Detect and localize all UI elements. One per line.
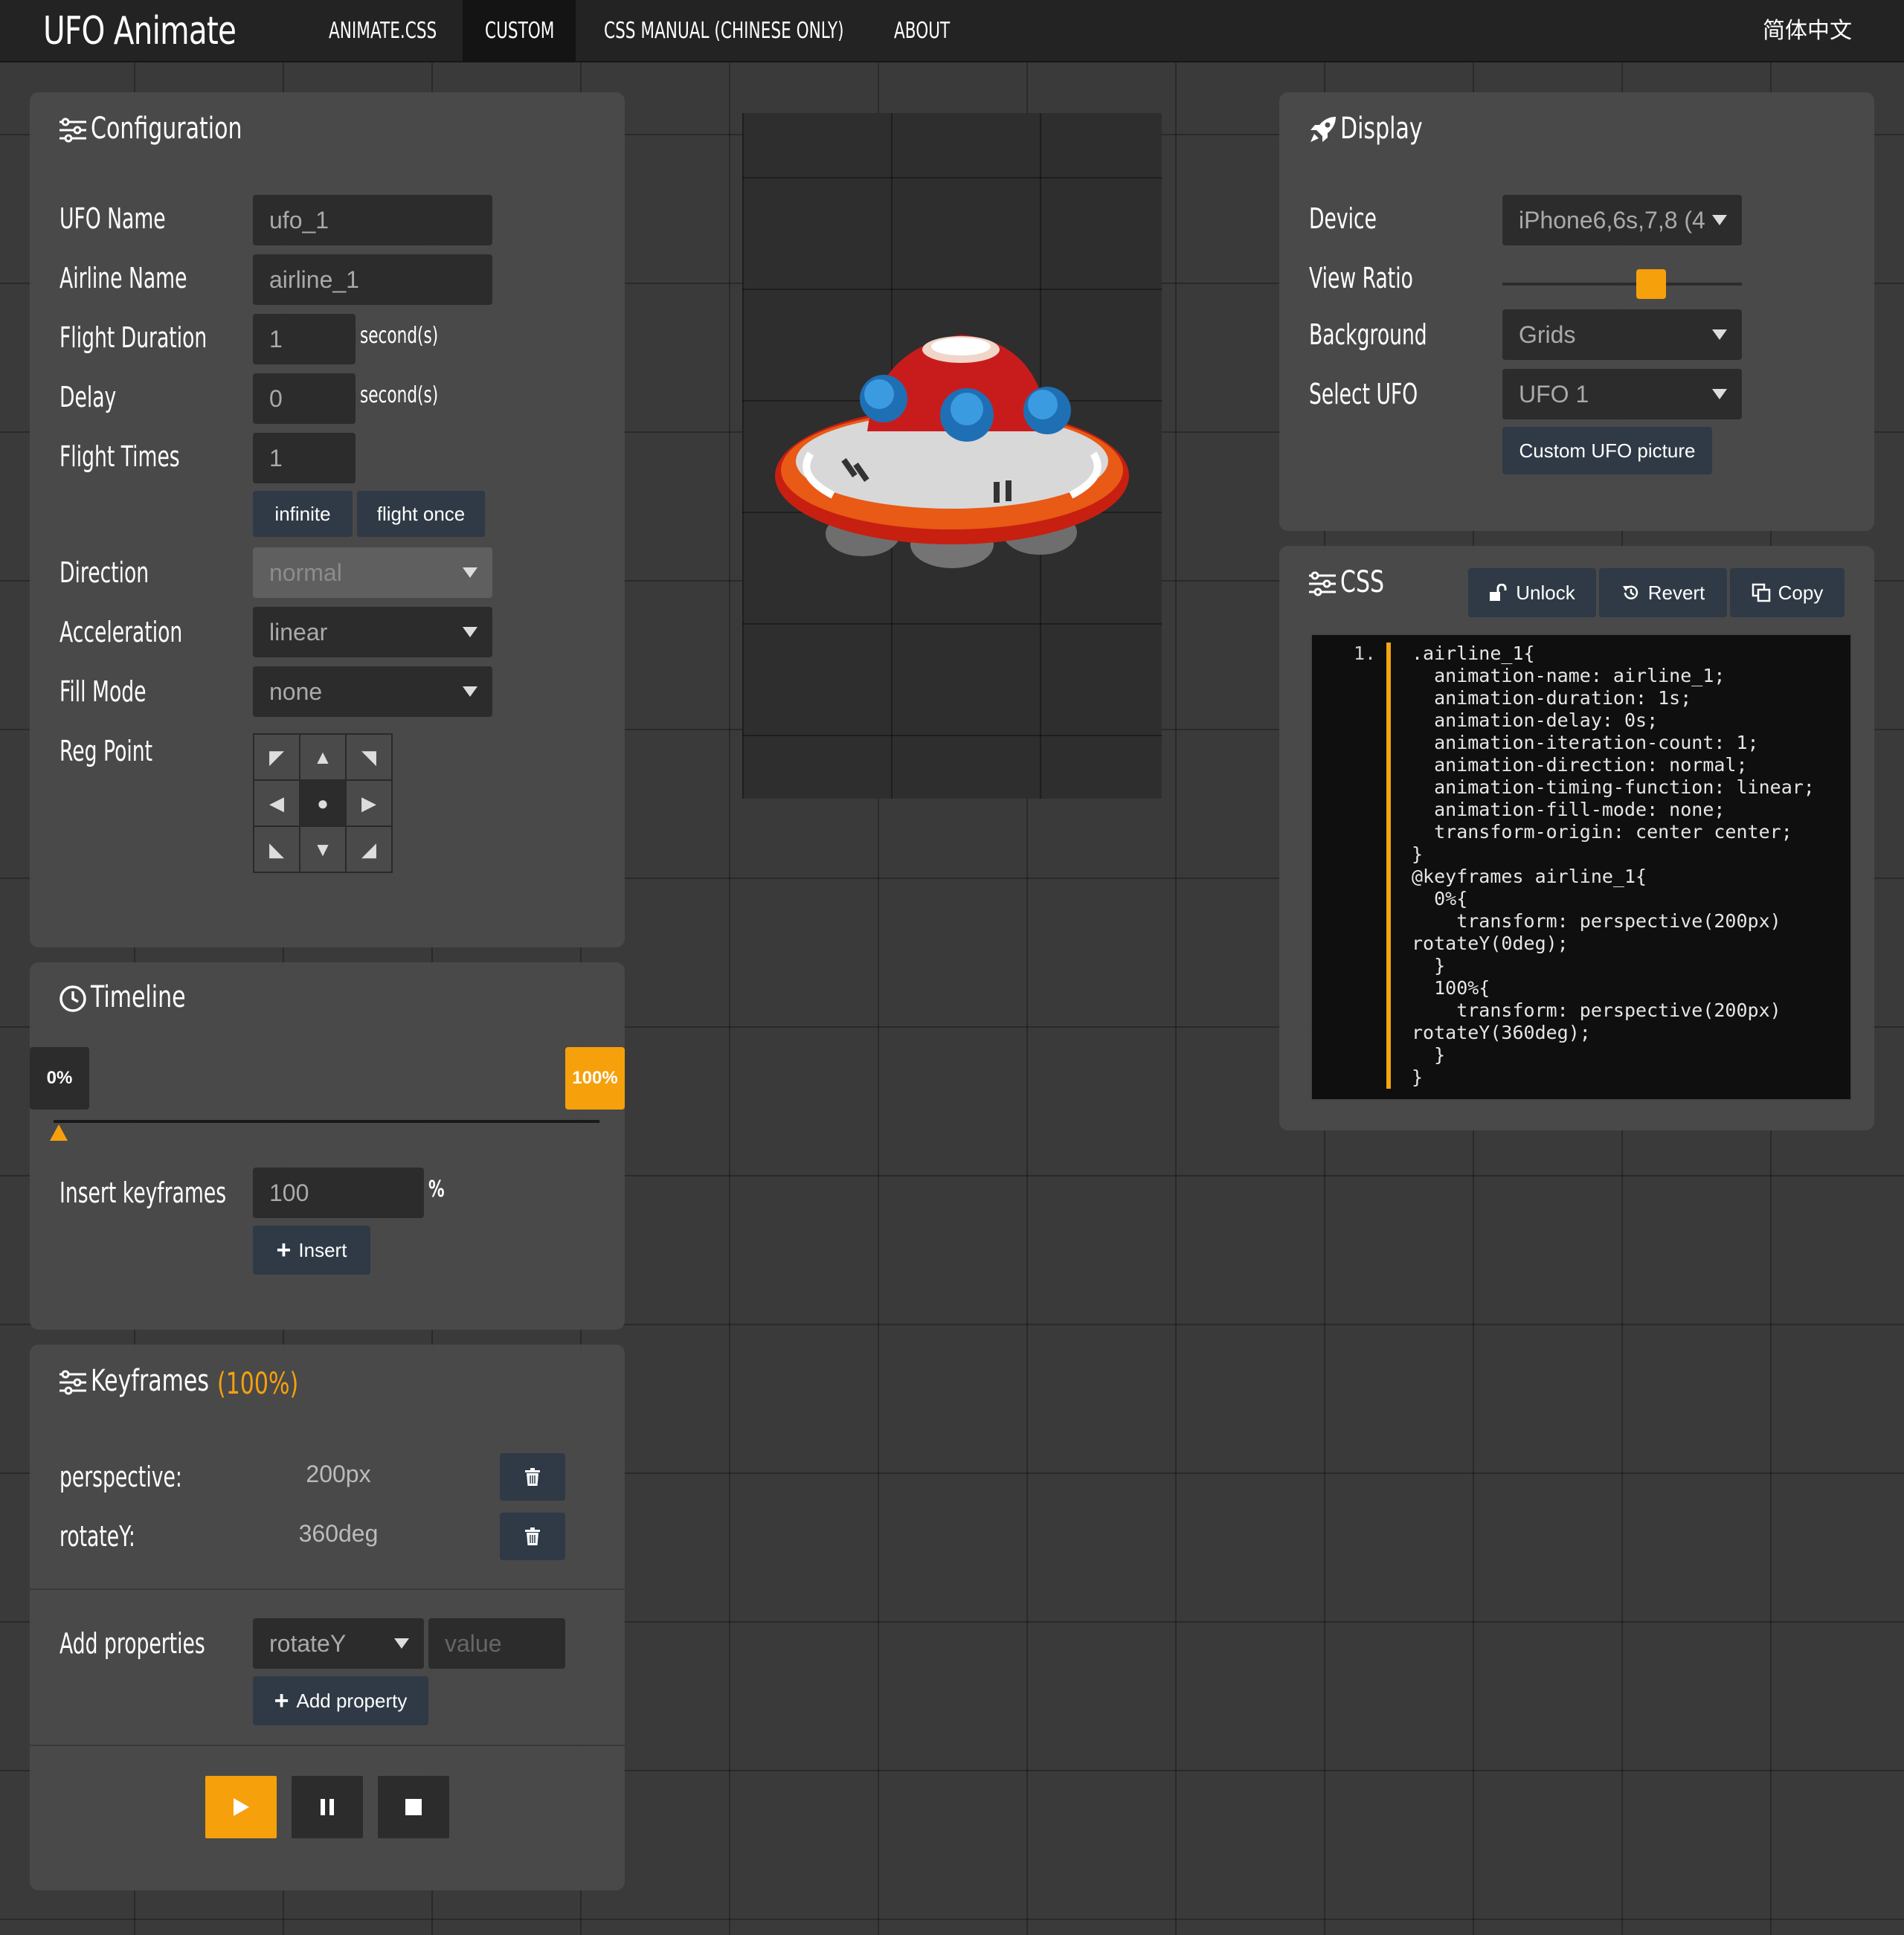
prop-value[interactable]: 360deg (260, 1520, 416, 1548)
flight-once-button[interactable]: flight once (357, 491, 485, 537)
sliders-icon (60, 117, 86, 143)
unlock-icon (1490, 584, 1507, 601)
nav-about[interactable]: ABOUT (878, 0, 988, 62)
property-select[interactable]: rotateY (253, 1618, 424, 1669)
fill-mode-label: Fill Mode (60, 675, 147, 708)
prop-name: rotateY: (60, 1520, 135, 1553)
stop-icon (405, 1799, 422, 1815)
custom-ufo-picture-button[interactable]: Custom UFO picture (1502, 427, 1712, 474)
reg-bottom-right[interactable]: ◢ (347, 827, 391, 872)
css-title: CSS (1308, 565, 1399, 599)
pause-button[interactable] (292, 1776, 363, 1838)
rocket-icon (1310, 117, 1336, 143)
flight-duration-input[interactable]: 1 (253, 314, 356, 364)
duration-unit: second(s) (360, 323, 439, 349)
reg-point-grid: ◤ ▲ ◥ ◀ ● ▶ ◣ ▼ ◢ (253, 733, 393, 873)
reg-right[interactable]: ▶ (347, 781, 391, 825)
view-ratio-label: View Ratio (1309, 262, 1413, 294)
top-nav: UFO Animate ANIMATE.CSS CUSTOM CSS MANUA… (0, 0, 1904, 62)
sliders-icon (1309, 571, 1336, 596)
add-properties-label: Add properties (60, 1627, 205, 1660)
timeline-cursor[interactable] (50, 1124, 68, 1141)
copy-button[interactable]: Copy (1730, 568, 1844, 617)
flight-times-label: Flight Times (60, 440, 180, 473)
unlock-button[interactable]: Unlock (1468, 568, 1596, 617)
acceleration-select[interactable]: linear (253, 607, 492, 657)
ufo-name-input[interactable]: ufo_1 (253, 195, 492, 245)
css-code[interactable]: .airline_1{ animation-name: airline_1; a… (1412, 643, 1815, 1089)
trash-icon (525, 1468, 540, 1486)
reg-center[interactable]: ● (300, 781, 345, 825)
property-value-input[interactable]: value (428, 1618, 565, 1669)
plus-icon: + (276, 1235, 292, 1264)
ufo-image[interactable] (766, 327, 1138, 580)
delay-label: Delay (60, 381, 117, 413)
delete-prop-button[interactable] (500, 1453, 565, 1501)
infinite-button[interactable]: infinite (253, 491, 353, 537)
sliders-icon (60, 1370, 86, 1395)
view-ratio-slider[interactable] (1502, 269, 1742, 299)
select-ufo-label: Select UFO (1309, 378, 1418, 410)
trash-icon (525, 1527, 540, 1545)
reg-top[interactable]: ▲ (300, 735, 345, 779)
revert-button[interactable]: Revert (1599, 568, 1727, 617)
display-title: Display (1308, 112, 1450, 146)
insert-keyframes-label: Insert keyframes (60, 1176, 227, 1209)
play-button[interactable] (205, 1776, 277, 1838)
insert-button[interactable]: + Insert (253, 1226, 370, 1275)
airline-name-input[interactable]: airline_1 (253, 254, 492, 305)
reg-top-right[interactable]: ◥ (347, 735, 391, 779)
play-icon (234, 1798, 249, 1816)
brand-logo[interactable]: UFO Animate (43, 9, 237, 54)
acceleration-label: Acceleration (60, 616, 183, 648)
ufo-select[interactable]: UFO 1 (1502, 369, 1742, 419)
pause-icon (321, 1799, 334, 1815)
reg-point-label: Reg Point (60, 735, 153, 767)
add-property-button[interactable]: + Add property (253, 1676, 428, 1725)
revert-icon (1622, 585, 1638, 599)
plus-icon: + (274, 1686, 289, 1715)
background-select[interactable]: Grids (1502, 309, 1742, 360)
flight-times-input[interactable]: 1 (253, 433, 356, 483)
prop-value[interactable]: 200px (260, 1461, 416, 1488)
delay-unit: second(s) (360, 382, 439, 408)
airline-name-label: Airline Name (60, 262, 187, 294)
prop-name: perspective: (60, 1461, 182, 1493)
clock-icon (60, 985, 86, 1013)
language-switch[interactable]: 简体中文 (1763, 0, 1852, 62)
timeline-end-tag[interactable]: 100% (565, 1047, 625, 1110)
reg-bottom-left[interactable]: ◣ (254, 827, 299, 872)
reg-top-left[interactable]: ◤ (254, 735, 299, 779)
view-ratio-thumb[interactable] (1636, 269, 1666, 299)
direction-label: Direction (60, 556, 149, 589)
device-label: Device (1309, 202, 1377, 235)
timeline-start-tag[interactable]: 0% (30, 1047, 89, 1110)
timeline-track[interactable] (54, 1120, 599, 1123)
background-label: Background (1309, 318, 1427, 351)
copy-icon (1752, 583, 1770, 602)
flight-duration-label: Flight Duration (60, 321, 208, 354)
ufo-name-label: UFO Name (60, 202, 166, 235)
reg-left[interactable]: ◀ (254, 781, 299, 825)
nav-custom[interactable]: CUSTOM (463, 0, 576, 62)
delete-prop-button[interactable] (500, 1513, 565, 1560)
divider (30, 1745, 625, 1746)
css-code-editor[interactable]: 1. .airline_1{ animation-name: airline_1… (1310, 634, 1852, 1101)
timeline-title: Timeline (58, 980, 217, 1014)
stop-button[interactable] (378, 1776, 449, 1838)
device-select[interactable]: iPhone6,6s,7,8 (4 (1502, 195, 1742, 245)
configuration-title: Configuration (58, 112, 292, 146)
keyframes-current-percent: (100%) (217, 1367, 299, 1401)
delay-input[interactable]: 0 (253, 373, 356, 424)
code-gutter-bar (1386, 643, 1391, 1089)
reg-bottom[interactable]: ▼ (300, 827, 345, 872)
insert-unit: % (428, 1176, 445, 1202)
line-number: 1. (1354, 643, 1377, 664)
divider (30, 1588, 625, 1590)
insert-keyframe-input[interactable]: 100 (253, 1168, 424, 1218)
direction-select[interactable]: normal (253, 547, 492, 598)
fill-mode-select[interactable]: none (253, 666, 492, 717)
